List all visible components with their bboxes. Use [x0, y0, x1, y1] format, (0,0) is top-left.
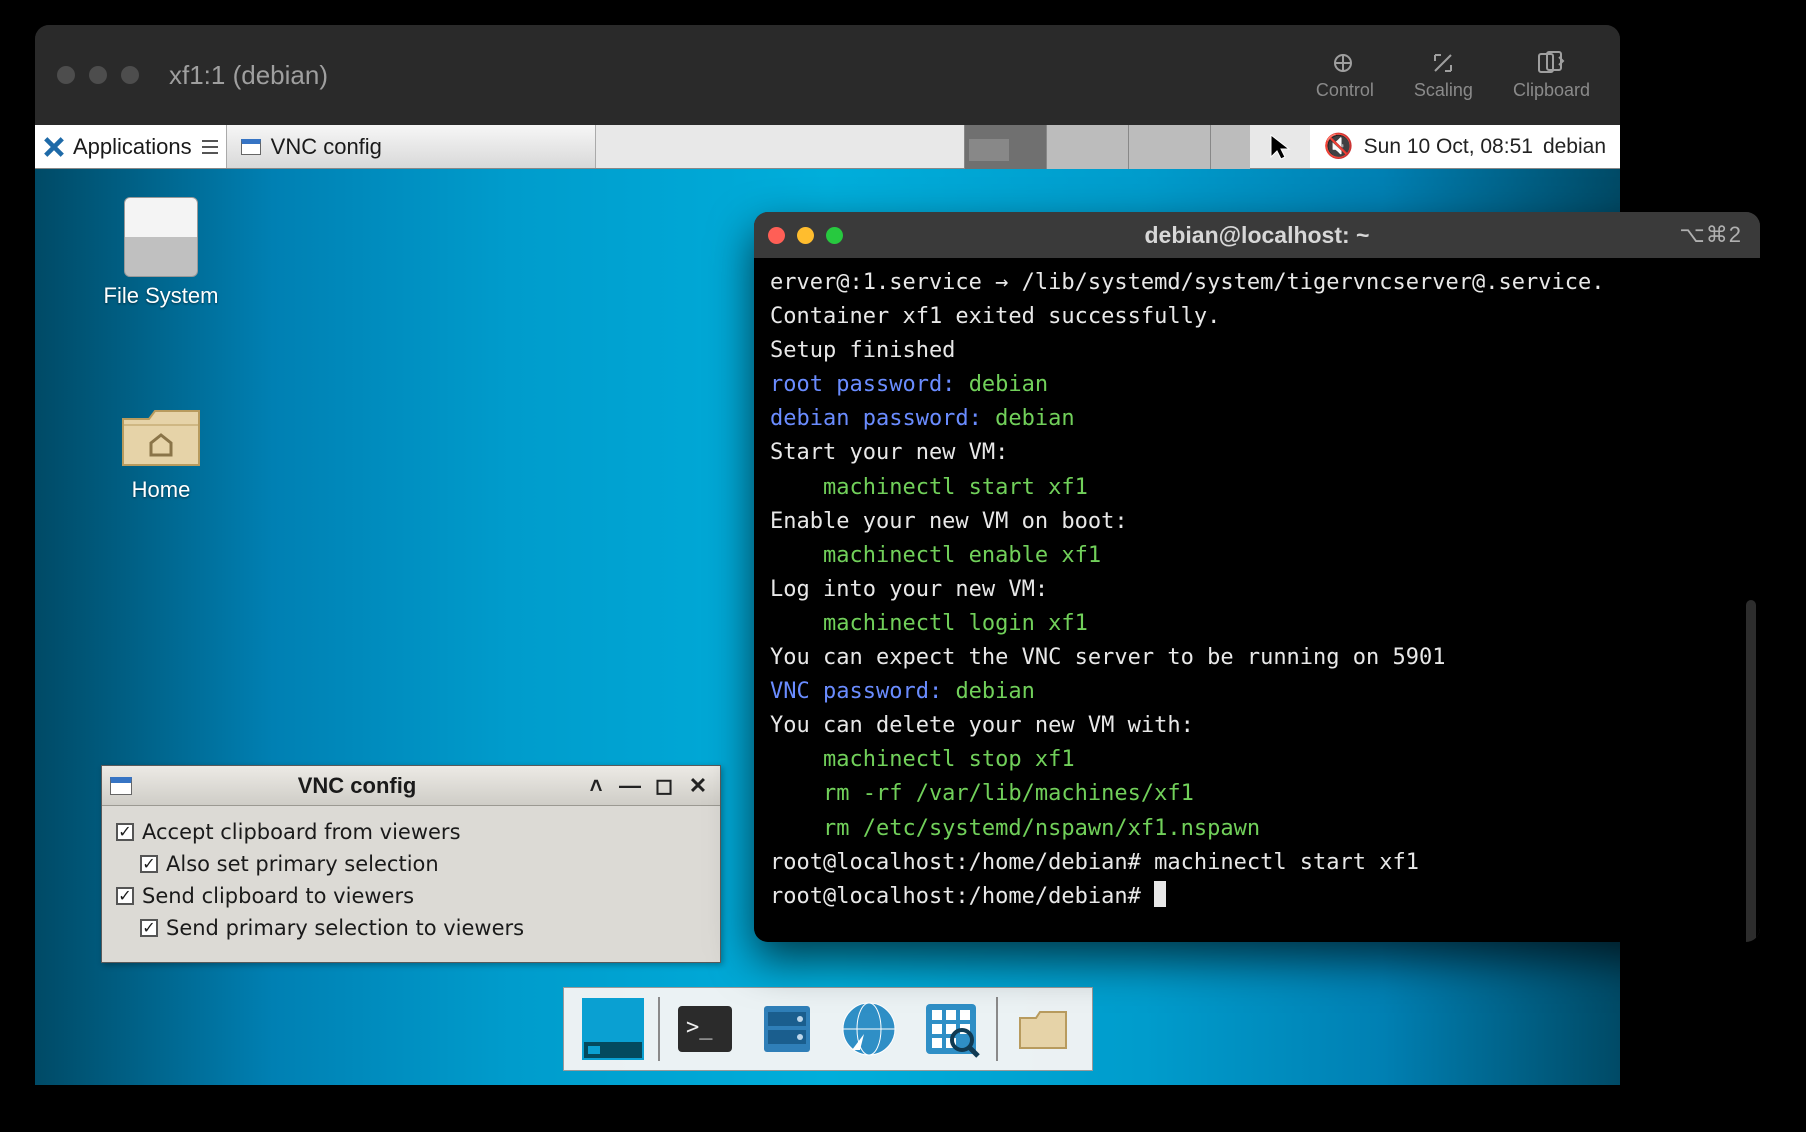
workspace-4[interactable] — [1210, 125, 1250, 169]
svg-text:>_: >_ — [686, 1015, 713, 1040]
applications-menu[interactable]: Applications — [35, 125, 226, 168]
checkbox-send-clipboard[interactable]: ✓ Send clipboard to viewers — [116, 880, 706, 912]
taskbar-item-vnc-config[interactable]: VNC config — [226, 125, 596, 168]
checkbox-accept-clipboard[interactable]: ✓ Accept clipboard from viewers — [116, 816, 706, 848]
close-icon[interactable] — [57, 66, 75, 84]
window-title: xf1:1 (debian) — [169, 60, 328, 91]
desktop-icon-filesystem[interactable]: File System — [91, 197, 231, 309]
xfce-panel: Applications VNC config 🔇 Sun 10 Oct, 08… — [35, 125, 1620, 169]
workspace-3[interactable] — [1128, 125, 1210, 169]
dock-separator — [658, 997, 660, 1061]
control-button[interactable]: Control — [1316, 50, 1374, 101]
dock-web-browser[interactable] — [838, 998, 900, 1060]
window-icon — [110, 777, 132, 795]
menu-icon — [202, 140, 218, 154]
zoom-icon[interactable] — [121, 66, 139, 84]
scaling-button[interactable]: Scaling — [1414, 50, 1473, 101]
drive-icon — [124, 197, 198, 277]
terminal-shortcut-label: ⌥⌘2 — [1679, 222, 1742, 248]
checkbox-send-primary[interactable]: ✓ Send primary selection to viewers — [116, 912, 706, 944]
home-folder-icon — [119, 405, 203, 471]
cursor-block — [1154, 881, 1166, 907]
desktop-icon-home[interactable]: Home — [91, 405, 231, 503]
mac-traffic-lights — [57, 66, 139, 84]
maximize-button[interactable]: ◻ — [654, 776, 674, 796]
minimize-button[interactable]: — — [620, 776, 640, 796]
vnc-config-window: VNC config ˄ — ◻ ✕ ✓ Accept clipboard fr… — [101, 765, 721, 963]
cursor-icon — [1330, 50, 1360, 76]
scaling-icon — [1428, 50, 1458, 76]
remote-cursor-icon — [1250, 125, 1310, 169]
dock-panel: >_ — [563, 987, 1093, 1071]
volume-muted-icon[interactable]: 🔇 — [1324, 132, 1354, 161]
clipboard-button[interactable]: Clipboard — [1513, 50, 1590, 101]
workspace-2[interactable] — [1046, 125, 1128, 169]
terminal-body[interactable]: erver@:1.service → /lib/systemd/system/t… — [754, 258, 1760, 942]
checkbox-set-primary[interactable]: ✓ Also set primary selection — [116, 848, 706, 880]
scrollbar[interactable] — [1746, 600, 1756, 942]
checkbox-icon: ✓ — [140, 919, 158, 937]
dialog-title: VNC config — [140, 773, 574, 799]
dock-app-finder[interactable] — [920, 998, 982, 1060]
minimize-icon[interactable] — [89, 66, 107, 84]
mac-titlebar: xf1:1 (debian) Control Scaling Clipboard — [35, 25, 1620, 125]
dock-folder[interactable] — [1012, 998, 1074, 1060]
dialog-body: ✓ Accept clipboard from viewers ✓ Also s… — [102, 806, 720, 962]
terminal-titlebar[interactable]: debian@localhost: ~ ⌥⌘2 — [754, 212, 1760, 258]
dialog-titlebar[interactable]: VNC config ˄ — ◻ ✕ — [102, 766, 720, 806]
checkbox-icon: ✓ — [116, 887, 134, 905]
close-button[interactable]: ✕ — [688, 776, 708, 796]
terminal-title: debian@localhost: ~ — [754, 222, 1760, 249]
dock-file-manager[interactable] — [756, 998, 818, 1060]
dock-separator — [996, 997, 998, 1061]
dock-show-desktop[interactable] — [582, 998, 644, 1060]
xfce-logo-icon — [43, 136, 65, 158]
clock[interactable]: Sun 10 Oct, 08:51 — [1364, 135, 1533, 159]
clipboard-icon — [1536, 50, 1566, 76]
workspace-pager[interactable] — [964, 125, 1250, 168]
checkbox-icon: ✓ — [116, 823, 134, 841]
workspace-1[interactable] — [964, 125, 1046, 169]
mac-toolbar: Control Scaling Clipboard — [1316, 25, 1590, 125]
dock-terminal[interactable]: >_ — [674, 998, 736, 1060]
checkbox-icon: ✓ — [140, 855, 158, 873]
terminal-window: debian@localhost: ~ ⌥⌘2 erver@:1.service… — [754, 212, 1760, 942]
window-icon — [241, 139, 261, 155]
shade-button[interactable]: ˄ — [586, 776, 606, 796]
system-tray: 🔇 Sun 10 Oct, 08:51 debian — [1310, 125, 1620, 168]
user-label[interactable]: debian — [1543, 135, 1606, 159]
